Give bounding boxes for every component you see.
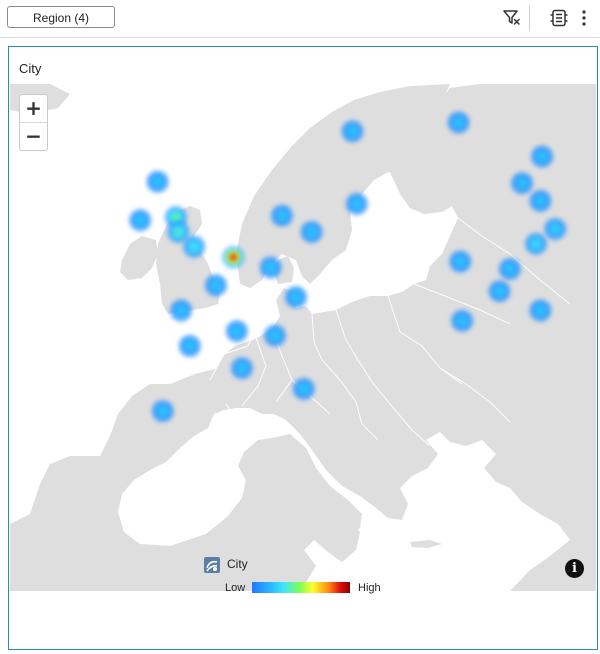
more-vertical-icon[interactable] — [574, 8, 594, 28]
heat-spot-ring — [456, 257, 465, 266]
map-panel: City + − i — [8, 46, 598, 650]
heat-spot-ring — [307, 228, 316, 236]
heat-spot — [450, 308, 475, 333]
heat-spot — [128, 208, 153, 233]
heat-spot-ring — [171, 213, 180, 222]
heat-spot — [169, 298, 194, 323]
heat-spot — [203, 273, 228, 298]
heat-spot-ring — [532, 239, 540, 248]
heat-spot — [230, 356, 254, 381]
heat-spot — [344, 191, 369, 216]
legend-high-label: High — [358, 582, 381, 594]
filter-clear-icon[interactable] — [502, 8, 522, 28]
heat-spot — [528, 188, 553, 213]
heat-spot-ring — [153, 177, 162, 186]
layers-icon[interactable] — [549, 8, 569, 28]
heat-spot-ring — [238, 364, 246, 373]
heatmap-map[interactable] — [10, 84, 596, 591]
heat-spot-ring — [551, 225, 560, 233]
heat-spot — [182, 234, 207, 259]
heat-spot — [340, 119, 365, 144]
heat-spot — [530, 144, 555, 169]
heat-spot — [221, 245, 246, 270]
heat-spot-ring — [232, 327, 241, 336]
heat-spot-ring — [495, 287, 504, 296]
heat-spot — [524, 231, 548, 256]
heat-spot — [543, 217, 568, 241]
heat-spot-ring — [454, 118, 463, 127]
heat-spot-ring — [266, 263, 275, 272]
heat-spot — [283, 285, 308, 310]
heat-spot-ring — [505, 265, 514, 273]
heat-spot — [510, 171, 535, 196]
heat-spot-ring — [458, 316, 467, 325]
zoom-out-button[interactable]: − — [20, 122, 47, 150]
heat-spot — [299, 220, 324, 244]
toolbar-separator — [529, 5, 530, 31]
heat-spot — [497, 257, 522, 281]
heat-spot-ring — [185, 342, 194, 350]
region-filter-chip[interactable]: Region (4) — [7, 6, 115, 28]
heat-spot — [150, 399, 175, 424]
heat-spot-ring — [348, 127, 357, 136]
heat-spot-ring — [271, 331, 279, 340]
heat-spot-ring — [174, 228, 183, 236]
legend-layer-name: City — [227, 557, 248, 571]
toolbar: Region (4) — [0, 0, 600, 38]
legend-gradient-bar — [252, 582, 350, 593]
heat-spot-ring — [536, 196, 545, 205]
heat-spot-ring — [291, 293, 300, 302]
heat-spot — [145, 169, 170, 194]
heat-spot-ring — [229, 253, 238, 262]
heat-spot-ring — [177, 306, 186, 315]
heat-spot-ring — [518, 179, 527, 188]
heat-spot — [487, 279, 512, 304]
heat-spot-ring — [352, 199, 361, 208]
heat-spot — [270, 203, 294, 228]
panel-title: City — [19, 61, 42, 76]
heat-spot — [263, 323, 287, 348]
heat-spot-ring — [278, 211, 286, 220]
heat-spot-ring — [536, 306, 545, 315]
heat-spot — [224, 319, 249, 344]
legend-low-label: Low — [225, 582, 246, 594]
heat-spot-ring — [136, 216, 145, 225]
heat-spot — [291, 376, 316, 401]
heat-spot-ring — [299, 384, 308, 393]
heat-spot — [446, 110, 471, 135]
heat-spot-ring — [158, 407, 167, 416]
heat-spot — [177, 334, 202, 358]
heatmap-layer-icon — [204, 557, 220, 573]
heat-spot — [528, 298, 553, 323]
info-button[interactable]: i — [565, 559, 584, 578]
heat-spot-ring — [211, 281, 220, 290]
heat-spot — [258, 255, 283, 280]
heat-spot — [448, 249, 473, 274]
map-canvas[interactable]: + − i — [10, 84, 596, 591]
heat-spot-ring — [190, 242, 199, 251]
heat-spot-ring — [538, 152, 547, 161]
zoom-in-button[interactable]: + — [20, 95, 47, 122]
zoom-control: + − — [19, 94, 48, 151]
